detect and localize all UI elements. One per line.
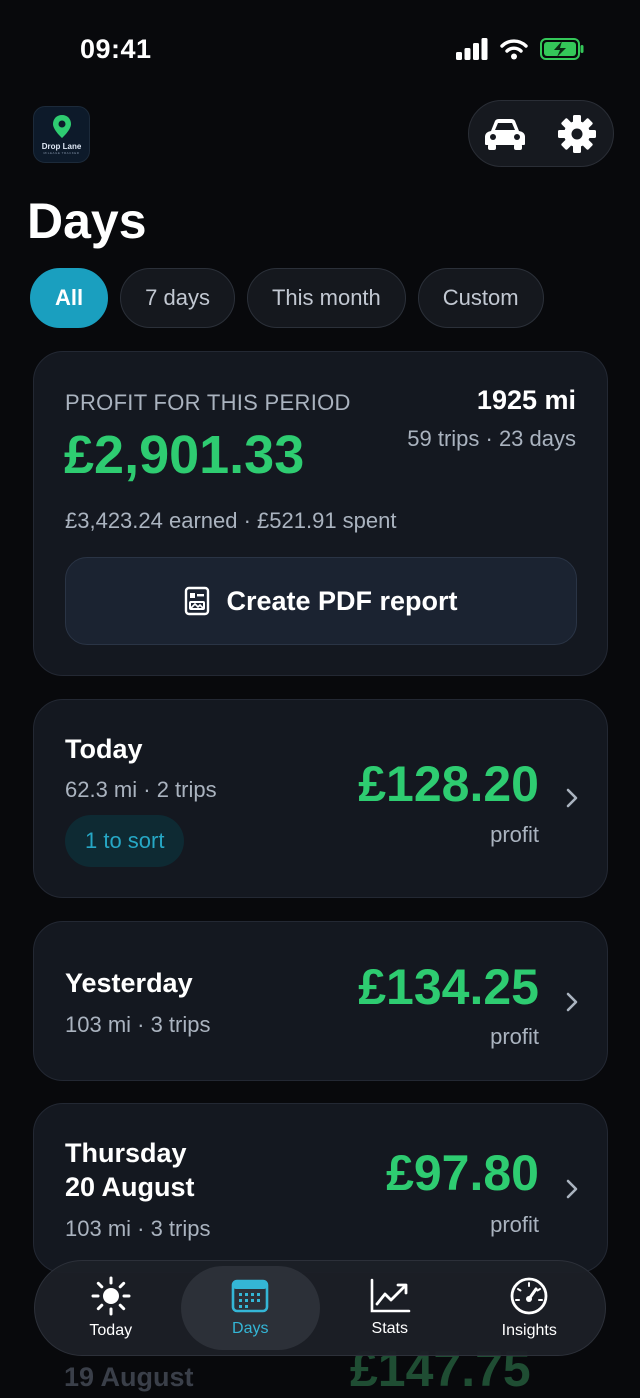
filter-all[interactable]: All <box>30 268 109 328</box>
day-card-yesterday[interactable]: Yesterday 103 mi · 3 trips £134.25 profi… <box>33 921 608 1081</box>
day-subtitle: 103 mi · 3 trips <box>65 1216 211 1241</box>
sun-icon <box>91 1276 131 1316</box>
summary-profit: £2,901.33 <box>64 425 305 485</box>
filter-custom[interactable]: Custom <box>417 268 544 328</box>
page-title: Days <box>27 193 147 249</box>
tab-label: Stats <box>371 1320 408 1337</box>
tab-bar: Today Days Stats Insights <box>34 1260 606 1356</box>
filter-this-month[interactable]: This month <box>246 268 406 328</box>
cellular-signal-icon <box>456 38 488 60</box>
status-time: 09:41 <box>80 34 152 64</box>
day-profit: £134.25 <box>358 959 539 1015</box>
app-logo: Drop Lane MILEAGE TRACKER <box>33 106 90 163</box>
chart-icon <box>370 1278 411 1313</box>
gauge-icon <box>510 1277 548 1315</box>
document-icon <box>185 586 210 616</box>
filter-7-days[interactable]: 7 days <box>120 268 235 328</box>
create-pdf-report-button[interactable]: Create PDF report <box>65 557 577 645</box>
day-profit-label: profit <box>490 822 539 847</box>
map-pin-icon <box>52 115 71 138</box>
period-summary-card: PROFIT FOR THIS PERIOD £2,901.33 1925 mi… <box>33 351 608 676</box>
tab-stats[interactable]: Stats <box>320 1266 460 1350</box>
tab-insights[interactable]: Insights <box>460 1266 600 1350</box>
status-icons <box>456 38 584 60</box>
day-title-line1: Thursday <box>65 1138 187 1168</box>
logo-tagline: MILEAGE TRACKER <box>43 151 80 155</box>
day-card-today[interactable]: Today 62.3 mi · 2 trips 1 to sort £128.2… <box>33 699 608 898</box>
pdf-button-label: Create PDF report <box>226 585 458 616</box>
summary-miles: 1925 mi <box>476 385 576 415</box>
settings-button[interactable] <box>549 106 605 162</box>
day-profit: £128.20 <box>358 756 539 812</box>
day-subtitle: 62.3 mi · 2 trips <box>65 777 217 802</box>
summary-breakdown: £3,423.24 earned · £521.91 spent <box>65 508 397 533</box>
tab-today[interactable]: Today <box>41 1266 181 1350</box>
wifi-icon <box>500 39 528 60</box>
period-filters: All 7 days This month Custom <box>30 268 544 328</box>
top-actions <box>468 100 614 167</box>
day-card-thursday-20-august[interactable]: Thursday 20 August 103 mi · 3 trips £97.… <box>33 1103 608 1273</box>
chevron-right-icon <box>566 1179 578 1199</box>
chevron-right-icon <box>566 788 578 808</box>
day-profit-label: profit <box>490 1024 539 1049</box>
battery-charging-icon <box>540 38 584 60</box>
logo-name: Drop Lane <box>41 142 82 151</box>
to-sort-badge[interactable]: 1 to sort <box>65 815 185 867</box>
day-title-partial: 19 August <box>64 1362 194 1392</box>
tab-label: Insights <box>501 1322 557 1339</box>
calendar-icon <box>231 1279 269 1313</box>
day-title-line2: 20 August <box>65 1172 195 1202</box>
day-title: Yesterday <box>65 968 193 998</box>
day-profit: £97.80 <box>386 1145 539 1201</box>
summary-trips-days: 59 trips · 23 days <box>407 426 576 451</box>
summary-label: PROFIT FOR THIS PERIOD <box>65 390 351 415</box>
day-subtitle: 103 mi · 3 trips <box>65 1012 211 1037</box>
tab-label: Days <box>232 1320 269 1337</box>
day-profit-label: profit <box>490 1212 539 1237</box>
chevron-right-icon <box>566 992 578 1012</box>
vehicle-button[interactable] <box>477 106 533 162</box>
tab-days[interactable]: Days <box>180 1266 320 1350</box>
gear-icon <box>558 114 596 153</box>
day-title: Today <box>65 734 143 764</box>
car-icon <box>485 118 525 150</box>
tab-label: Today <box>89 1322 133 1339</box>
